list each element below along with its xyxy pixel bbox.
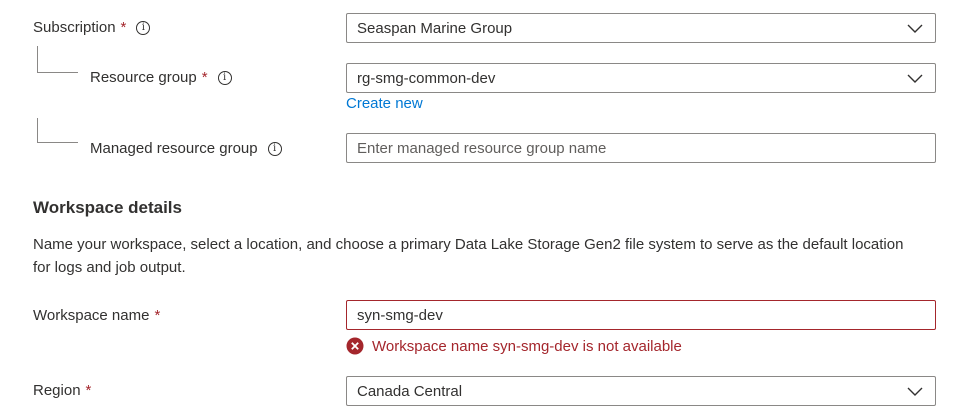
required-marker: * (154, 307, 161, 324)
region-label-row: Region * (33, 381, 91, 401)
resource-group-label: Resource group (90, 69, 197, 86)
section-description: Name your workspace, select a location, … (33, 236, 904, 276)
error-text: Workspace name syn-smg-dev is not availa… (372, 337, 682, 355)
create-new-link[interactable]: Create new (346, 95, 423, 112)
required-marker: * (201, 69, 208, 86)
region-dropdown[interactable]: Canada Central (346, 376, 936, 406)
workspace-name-value: syn-smg-dev (357, 306, 443, 324)
resource-group-value: rg-smg-common-dev (357, 69, 496, 87)
chevron-down-icon (905, 384, 925, 398)
subscription-label: Subscription (33, 19, 116, 36)
workspace-name-label-row: Workspace name * (33, 306, 160, 326)
region-value: Canada Central (357, 382, 463, 400)
required-marker: * (120, 19, 127, 36)
info-icon[interactable]: i (136, 21, 151, 35)
info-icon[interactable]: i (217, 71, 232, 85)
required-marker: * (85, 382, 92, 399)
error-circle-icon (346, 337, 364, 355)
subscription-value: Seaspan Marine Group (357, 19, 513, 37)
subscription-label-row: Subscription * i (33, 18, 151, 38)
chevron-down-icon (905, 71, 925, 85)
resource-group-label-row: Resource group * i (90, 68, 232, 88)
subscription-dropdown[interactable]: Seaspan Marine Group (346, 13, 936, 43)
tree-connector (37, 46, 78, 73)
managed-resource-group-label-row: Managed resource group i (90, 139, 282, 159)
section-title: Workspace details (33, 198, 182, 217)
workspace-name-error: Workspace name syn-smg-dev is not availa… (346, 337, 682, 355)
managed-resource-group-input[interactable] (346, 133, 936, 163)
managed-resource-group-label: Managed resource group (90, 140, 258, 157)
workspace-name-input[interactable]: syn-smg-dev (346, 300, 936, 330)
chevron-down-icon (905, 21, 925, 35)
tree-connector (37, 118, 78, 143)
info-icon[interactable]: i (267, 142, 282, 156)
workspace-name-label: Workspace name (33, 307, 150, 324)
resource-group-dropdown[interactable]: rg-smg-common-dev (346, 63, 936, 93)
region-label: Region (33, 382, 81, 399)
create-workspace-form: Subscription * i Seaspan Marine Group Re… (0, 0, 968, 417)
